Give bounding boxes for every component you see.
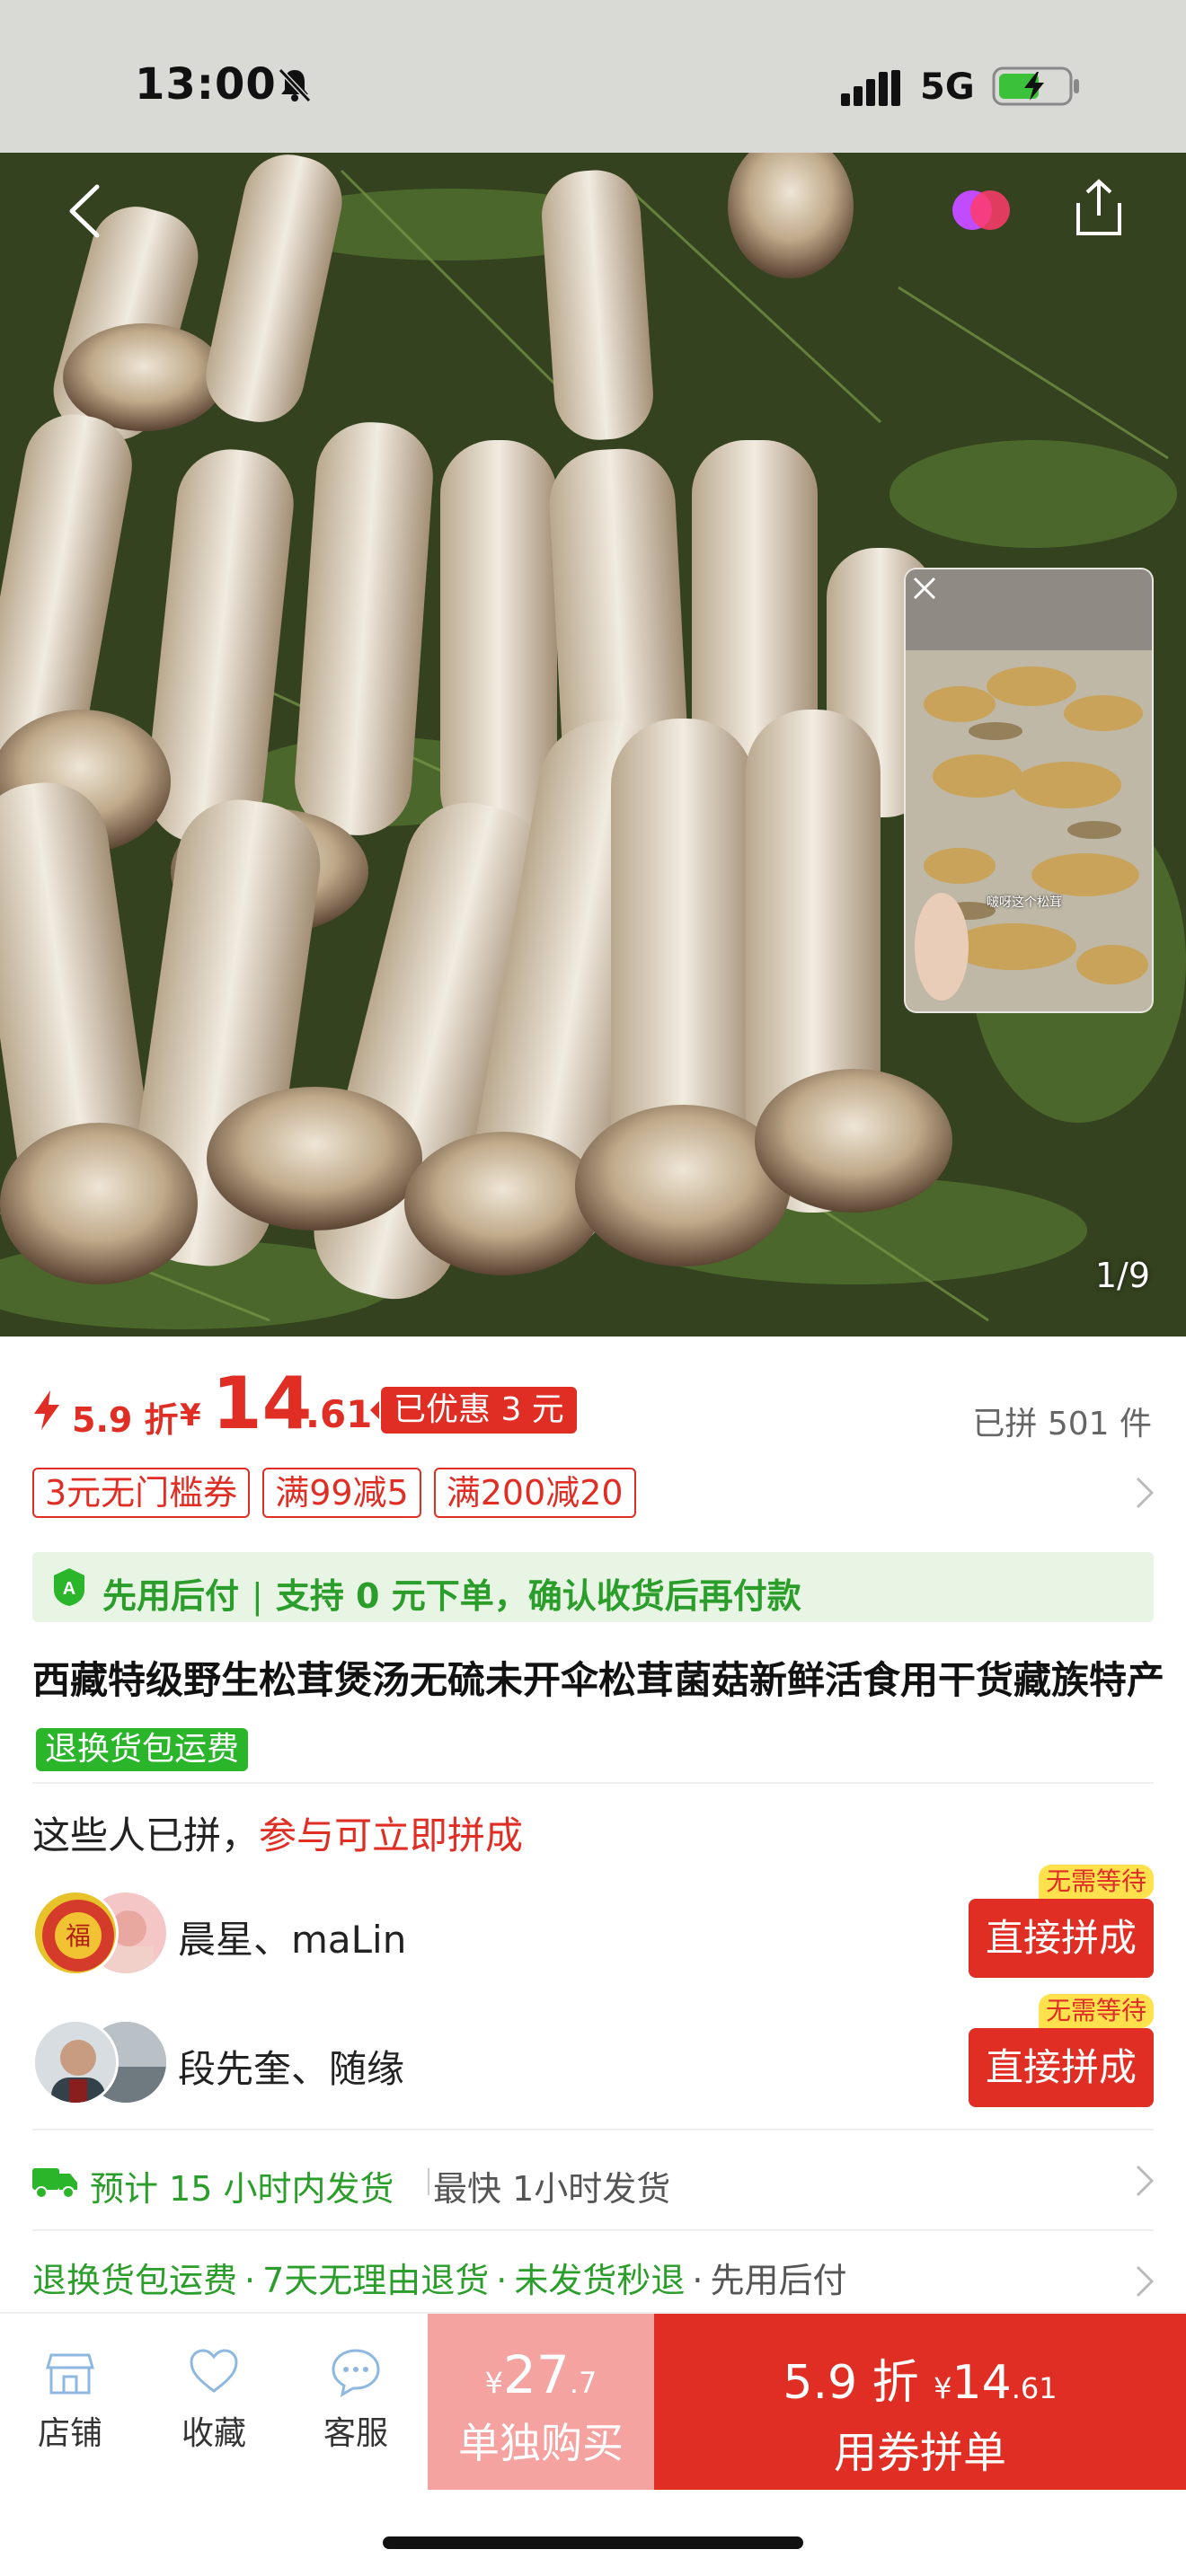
shipping-row[interactable]: 预计 15 小时内发货 最快 1小时发货 bbox=[32, 2150, 1154, 2213]
shipping-fastest: 最快 1小时发货 bbox=[433, 2169, 671, 2209]
bottom-action-bar: 店铺 收藏 客服 ¥27.7 单独购买 5.9 折 ¥14.61 用券拼单 bbox=[0, 2312, 1186, 2490]
group-buy-label: 用券拼单 bbox=[833, 2428, 1006, 2478]
coupon-tag[interactable]: 满99减5 bbox=[262, 1468, 421, 1518]
buy-alone-label: 单独购买 bbox=[458, 2419, 624, 2467]
coupon-list[interactable]: 3元无门槛券 满99减5 满200减20 bbox=[32, 1468, 636, 1518]
product-title-text: 西藏特级野生松茸煲汤无硫未开伞松茸菌菇新鲜活食用干货藏族特产 bbox=[32, 1658, 1165, 1702]
chat-icon bbox=[332, 2349, 380, 2397]
coupon-tag[interactable]: 3元无门槛券 bbox=[32, 1468, 251, 1518]
service-item: 先用后付 bbox=[710, 2261, 847, 2300]
status-time: 13:00 bbox=[135, 59, 277, 110]
bell-off-icon bbox=[278, 67, 312, 103]
pay-later-detail: 支持 0 元下单，确认收货后再付款 bbox=[275, 1576, 801, 1616]
network-type: 5G bbox=[920, 66, 975, 108]
battery-charging-icon bbox=[992, 66, 1079, 106]
group-header: 这些人已拼，参与可立即拼成 bbox=[32, 1805, 523, 1860]
video-caption: 啵呀这个松茸 bbox=[987, 895, 1062, 910]
status-bar: 13:00 5G bbox=[0, 0, 1186, 153]
chevron-right-icon[interactable] bbox=[1134, 2263, 1155, 2299]
service-item: 7天无理由退货 bbox=[262, 2261, 490, 2300]
price-decimal: .61 bbox=[305, 1392, 373, 1436]
avatar: 福 bbox=[32, 1890, 119, 1976]
product-title: 西藏特级野生松茸煲汤无硫未开伞松茸菌菇新鲜活食用干货藏族特产 退换货包运费 bbox=[32, 1645, 1164, 1786]
favorite-label: 收藏 bbox=[181, 2415, 246, 2452]
favorite-button[interactable]: 收藏 bbox=[160, 2346, 268, 2454]
heart-icon bbox=[190, 2349, 238, 2393]
svg-text:A: A bbox=[63, 1579, 75, 1599]
customer-service-label: 客服 bbox=[323, 2415, 388, 2452]
chevron-right-icon[interactable] bbox=[1134, 2163, 1155, 2199]
share-icon[interactable] bbox=[1069, 176, 1128, 239]
joined-count: 已拼 501 件 bbox=[972, 1406, 1152, 1442]
group-member-names: 段先奎、随缘 bbox=[178, 2047, 405, 2091]
join-group-button[interactable]: 直接拼成 bbox=[969, 1899, 1154, 1978]
group-buy-button[interactable]: 5.9 折 ¥14.61 用券拼单 bbox=[654, 2314, 1186, 2490]
divider bbox=[32, 2229, 1154, 2231]
discount-rate: 5.9 折 bbox=[72, 1400, 179, 1440]
back-arrow-icon[interactable] bbox=[58, 180, 111, 243]
no-wait-badge: 无需等待 bbox=[1038, 1994, 1154, 2028]
pay-later-title: 先用后付 bbox=[102, 1576, 240, 1616]
pay-later-icon: A bbox=[54, 1568, 84, 1606]
divider bbox=[32, 2129, 1154, 2130]
brand-logo-icon[interactable] bbox=[945, 185, 1017, 235]
divider bbox=[32, 1782, 1154, 1784]
price-integer: 14 bbox=[212, 1362, 313, 1445]
pay-later-banner[interactable]: A 先用后付 | 支持 0 元下单，确认收货后再付款 bbox=[32, 1552, 1154, 1622]
store-icon bbox=[46, 2353, 94, 2395]
group-row[interactable]: 福 晨星、maLin 直接拼成 无需等待 bbox=[32, 1865, 1154, 1985]
store-button[interactable]: 店铺 bbox=[16, 2346, 124, 2454]
truck-icon bbox=[32, 2168, 77, 2199]
lightning-icon bbox=[34, 1390, 59, 1430]
group-header-prefix: 这些人已拼， bbox=[32, 1813, 260, 1857]
video-preview-popup[interactable]: 啵呀这个松茸 bbox=[904, 568, 1154, 1013]
product-image-gallery[interactable]: 啵呀这个松茸 bbox=[0, 153, 1186, 1337]
group-buy-price: 5.9 折 ¥14.61 bbox=[783, 2356, 1058, 2410]
no-wait-badge: 无需等待 bbox=[1038, 1865, 1154, 1899]
image-page-indicator: 1/9 bbox=[1094, 1256, 1150, 1295]
buy-alone-button[interactable]: ¥27.7 单独购买 bbox=[428, 2314, 654, 2490]
avatar bbox=[32, 2019, 119, 2105]
currency-symbol: ¥ bbox=[180, 1398, 201, 1434]
group-member-names: 晨星、maLin bbox=[178, 1918, 407, 1962]
return-tag: 退换货包运费 bbox=[36, 1728, 249, 1771]
home-indicator[interactable] bbox=[383, 2536, 803, 2549]
coupon-tag[interactable]: 满200减20 bbox=[433, 1468, 636, 1518]
close-icon[interactable] bbox=[906, 569, 943, 607]
chevron-right-icon[interactable] bbox=[1134, 1475, 1155, 1511]
service-item: 未发货秒退 bbox=[514, 2261, 686, 2300]
service-item: 退换货包运费 bbox=[32, 2261, 238, 2300]
divider: | bbox=[252, 1576, 263, 1616]
join-group-button[interactable]: 直接拼成 bbox=[969, 2028, 1154, 2107]
service-guarantees[interactable]: 退换货包运费 · 7天无理由退货 · 未发货秒退 · 先用后付 bbox=[32, 2253, 847, 2302]
group-row[interactable]: 段先奎、随缘 直接拼成 无需等待 bbox=[32, 1994, 1154, 2114]
svg-text:福: 福 bbox=[66, 1921, 91, 1951]
video-thumbnail bbox=[906, 569, 1152, 1011]
buy-alone-price: ¥27.7 bbox=[484, 2344, 597, 2405]
shipping-estimate: 预计 15 小时内发货 bbox=[90, 2169, 394, 2209]
signal-icon bbox=[841, 70, 900, 106]
group-header-accent: 参与可立即拼成 bbox=[259, 1813, 524, 1857]
saved-badge: 已优惠 3 元 bbox=[370, 1387, 577, 1434]
divider bbox=[428, 2168, 429, 2195]
store-label: 店铺 bbox=[37, 2415, 102, 2452]
customer-service-button[interactable]: 客服 bbox=[302, 2346, 410, 2454]
